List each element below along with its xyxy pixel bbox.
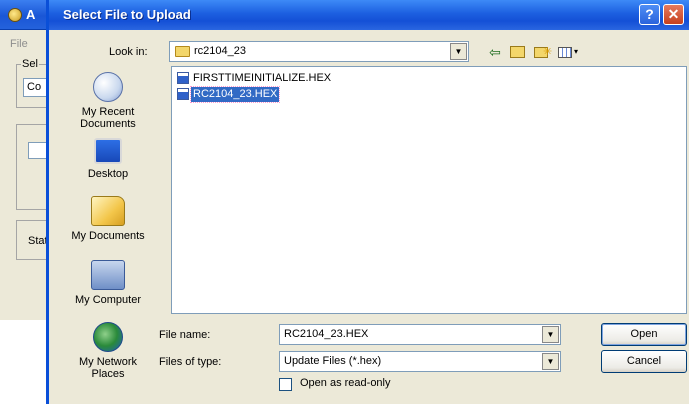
hex-file-icon — [177, 72, 189, 84]
place-my-network-places[interactable]: My Network Places — [63, 322, 153, 380]
place-desktop[interactable]: Desktop — [63, 138, 153, 180]
my-documents-icon — [91, 196, 125, 226]
views-icon — [558, 47, 572, 58]
places-bar: My Recent Documents Desktop My Documents… — [63, 64, 153, 404]
views-menu-button[interactable]: ▾ — [555, 42, 583, 62]
look-in-value: rc2104_23 — [194, 45, 246, 57]
recent-documents-icon — [93, 72, 123, 102]
chevron-down-icon: ▾ — [574, 47, 579, 56]
place-label: My Computer — [74, 294, 142, 306]
folder-icon — [175, 46, 190, 57]
file-name: RC2104_23.HEX — [189, 86, 281, 103]
network-places-icon — [93, 322, 123, 352]
place-my-computer[interactable]: My Computer — [63, 260, 153, 306]
files-of-type-select[interactable]: Update Files (*.hex) ▼ — [279, 351, 561, 372]
files-of-type-label: Files of type: — [159, 356, 222, 368]
background-status-label: Stat — [28, 235, 48, 247]
open-read-only-label: Open as read-only — [300, 377, 391, 389]
background-title-text: A — [26, 7, 36, 22]
place-label: My Network Places — [78, 356, 138, 380]
open-read-only-checkbox[interactable] — [279, 378, 292, 391]
desktop-icon — [94, 138, 122, 164]
file-name-value: RC2104_23.HEX — [284, 328, 369, 340]
look-in-label: Look in: — [109, 46, 148, 58]
place-label: Desktop — [87, 168, 129, 180]
place-my-documents[interactable]: My Documents — [63, 196, 153, 242]
close-button[interactable]: ✕ — [663, 4, 684, 25]
menu-file[interactable]: File — [10, 38, 28, 50]
app-icon — [8, 8, 22, 22]
back-button[interactable]: ⇦ — [485, 42, 505, 62]
look-in-combo[interactable]: rc2104_23 ▼ — [169, 41, 469, 62]
file-name: FIRSTTIMEINITIALIZE.HEX — [193, 72, 332, 84]
up-folder-icon — [510, 46, 525, 58]
dialog-title-bar[interactable]: Select File to Upload ? ✕ — [49, 0, 689, 30]
files-of-type-value: Update Files (*.hex) — [284, 355, 382, 367]
help-button[interactable]: ? — [639, 4, 660, 25]
open-button[interactable]: Open — [601, 323, 687, 346]
place-label: My Recent Documents — [80, 106, 136, 130]
select-file-dialog: Select File to Upload ? ✕ Look in: rc210… — [46, 0, 689, 404]
place-label: My Documents — [71, 230, 145, 242]
chevron-down-icon[interactable]: ▼ — [542, 326, 559, 343]
up-folder-button[interactable] — [507, 42, 527, 62]
dialog-title: Select File to Upload — [63, 7, 191, 22]
file-name-label: File name: — [159, 329, 211, 341]
background-group-label: Sel — [21, 58, 39, 70]
my-computer-icon — [91, 260, 125, 290]
file-list[interactable]: FIRSTTIMEINITIALIZE.HEX RC2104_23.HEX — [171, 66, 687, 314]
chevron-down-icon[interactable]: ▼ — [450, 43, 467, 60]
hex-file-icon — [177, 88, 189, 100]
new-folder-button[interactable]: ✳ — [531, 42, 552, 62]
place-my-recent-documents[interactable]: My Recent Documents — [63, 72, 153, 130]
file-name-input[interactable]: RC2104_23.HEX ▼ — [279, 324, 561, 345]
cancel-button[interactable]: Cancel — [601, 350, 687, 373]
chevron-down-icon[interactable]: ▼ — [542, 353, 559, 370]
